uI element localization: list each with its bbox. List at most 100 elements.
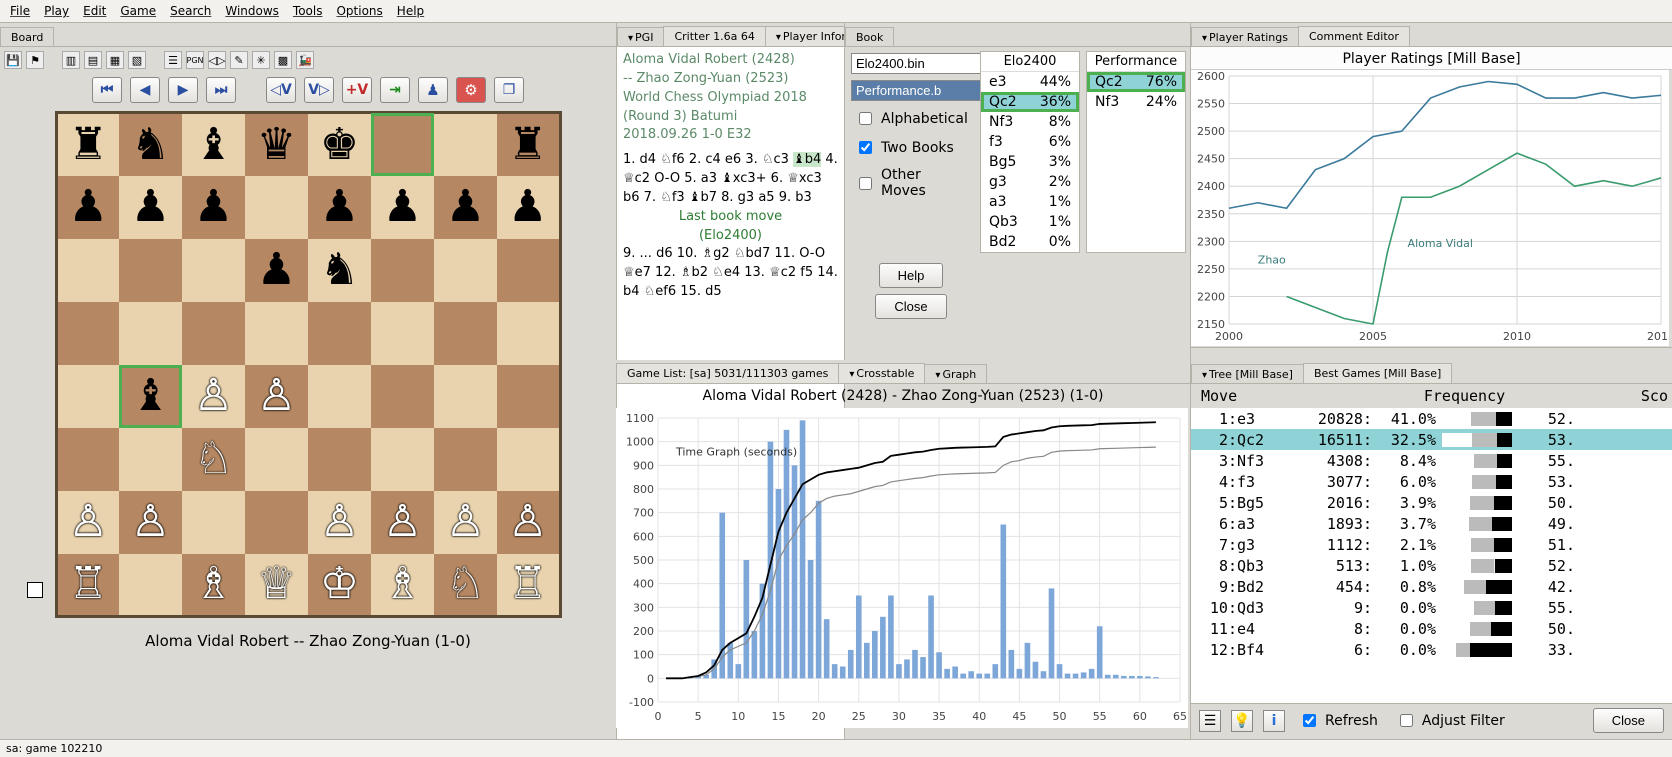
chess-board[interactable]: ♜♞♝♛♚♜♟♟♟♟♟♟♟♟♞♝♙♙♘♙♙♙♙♙♙♖♗♕♔♗♘♖ xyxy=(55,111,562,618)
tab-pinfo[interactable]: Player Informa xyxy=(765,26,844,46)
tree-row-Qb3[interactable]: 8: Qb3513:1.0%52. xyxy=(1191,555,1672,576)
tab-tree[interactable]: Tree [Mill Base] xyxy=(1191,364,1304,384)
tree-adjust-chk[interactable]: Adjust Filter xyxy=(1392,709,1509,732)
square-5-5[interactable] xyxy=(371,428,434,491)
square-2-1[interactable] xyxy=(119,239,182,302)
tool-tree[interactable]: ✳ xyxy=(252,51,270,69)
nav-engine[interactable]: ⚙ xyxy=(456,77,486,103)
tab-book[interactable]: Book xyxy=(845,27,894,47)
chk-other[interactable]: Other Moves xyxy=(851,165,971,201)
square-1-1[interactable]: ♟ xyxy=(119,176,182,239)
book-move-a3[interactable]: a31% xyxy=(981,192,1079,212)
square-6-6[interactable]: ♙ xyxy=(434,491,497,554)
nav-trial[interactable]: ♟ xyxy=(418,77,448,103)
tab-gamelist[interactable]: Game List: [sa] 5031/111303 games xyxy=(616,363,839,383)
square-7-4[interactable]: ♔ xyxy=(308,554,371,617)
square-4-1[interactable]: ♝ xyxy=(119,365,182,428)
tab-graph[interactable]: Graph xyxy=(924,364,987,384)
tool-1[interactable]: ▥ xyxy=(62,51,80,69)
square-6-1[interactable]: ♙ xyxy=(119,491,182,554)
tool-grid[interactable]: ▩ xyxy=(274,51,292,69)
square-1-7[interactable]: ♟ xyxy=(497,176,560,239)
square-0-3[interactable]: ♛ xyxy=(245,113,308,176)
menu-file[interactable]: File xyxy=(10,4,30,18)
square-7-5[interactable]: ♗ xyxy=(371,554,434,617)
square-5-1[interactable] xyxy=(119,428,182,491)
square-2-7[interactable] xyxy=(497,239,560,302)
tab-ratings[interactable]: Player Ratings xyxy=(1191,27,1299,47)
tree-row-Bf4[interactable]: 12: Bf46:0.0%33. xyxy=(1191,639,1672,660)
ratings-chart[interactable]: 2150220022502300235024002450250025502600… xyxy=(1191,70,1669,346)
square-2-6[interactable] xyxy=(434,239,497,302)
tool-tag[interactable]: ◁▷ xyxy=(208,51,226,69)
square-3-1[interactable] xyxy=(119,302,182,365)
tree-row-Nf3[interactable]: 3: Nf34308:8.4%55. xyxy=(1191,450,1672,471)
book-move-Bg5[interactable]: Bg53% xyxy=(981,152,1079,172)
square-6-2[interactable] xyxy=(182,491,245,554)
tree-row-f3[interactable]: 4: f33077:6.0%53. xyxy=(1191,471,1672,492)
square-4-6[interactable] xyxy=(434,365,497,428)
square-7-3[interactable]: ♕ xyxy=(245,554,308,617)
tree-row-Qd3[interactable]: 10: Qd39:0.0%55. xyxy=(1191,597,1672,618)
square-7-1[interactable] xyxy=(119,554,182,617)
save-icon[interactable]: 💾 xyxy=(4,51,22,69)
menu-game[interactable]: Game xyxy=(120,4,156,18)
square-0-4[interactable]: ♚ xyxy=(308,113,371,176)
tab-pgi[interactable]: PGI xyxy=(617,27,664,47)
tab-best[interactable]: Best Games [Mill Base] xyxy=(1303,363,1452,383)
tree-bulb-icon[interactable]: 💡 xyxy=(1231,710,1253,732)
nav-next[interactable]: ▶ xyxy=(168,77,198,103)
square-6-4[interactable]: ♙ xyxy=(308,491,371,554)
tree-close-button[interactable]: Close xyxy=(1593,708,1664,733)
nav-varout[interactable]: V▷ xyxy=(304,77,334,103)
tab-comment[interactable]: Comment Editor xyxy=(1298,26,1410,46)
tree-row-Bg5[interactable]: 5: Bg52016:3.9%50. xyxy=(1191,492,1672,513)
square-5-0[interactable] xyxy=(56,428,119,491)
square-1-2[interactable]: ♟ xyxy=(182,176,245,239)
square-3-2[interactable] xyxy=(182,302,245,365)
square-0-5[interactable] xyxy=(371,113,434,176)
square-2-2[interactable] xyxy=(182,239,245,302)
flag-icon[interactable]: ⚑ xyxy=(26,51,44,69)
book-move-e3[interactable]: e344% xyxy=(981,72,1079,92)
nav-autoplay[interactable]: ⇥ xyxy=(380,77,410,103)
square-7-6[interactable]: ♘ xyxy=(434,554,497,617)
square-1-0[interactable]: ♟ xyxy=(56,176,119,239)
nav-last[interactable]: ⏭ xyxy=(206,77,236,103)
square-5-2[interactable]: ♘ xyxy=(182,428,245,491)
square-6-7[interactable]: ♙ xyxy=(497,491,560,554)
book-col-2[interactable]: PerformanceQc276%Nf324% xyxy=(1086,51,1186,253)
square-0-6[interactable] xyxy=(434,113,497,176)
menu-play[interactable]: Play xyxy=(44,4,69,18)
square-6-5[interactable]: ♙ xyxy=(371,491,434,554)
menu-windows[interactable]: Windows xyxy=(225,4,279,18)
tree-row-a3[interactable]: 6: a31893:3.7%49. xyxy=(1191,513,1672,534)
tab-crosstable[interactable]: Crosstable xyxy=(838,363,925,383)
book-move-Qc2[interactable]: Qc236% xyxy=(981,92,1079,112)
tree-row-Qc2[interactable]: 2: Qc216511:32.5%53. xyxy=(1191,429,1672,450)
square-4-2[interactable]: ♙ xyxy=(182,365,245,428)
nav-varin[interactable]: ◁V xyxy=(266,77,296,103)
tool-list[interactable]: ☰ xyxy=(164,51,182,69)
tree-row-Bd2[interactable]: 9: Bd2454:0.8%42. xyxy=(1191,576,1672,597)
square-6-0[interactable]: ♙ xyxy=(56,491,119,554)
nav-first[interactable]: ⏮ xyxy=(92,77,122,103)
chk-alpha[interactable]: Alphabetical xyxy=(851,107,971,130)
square-0-2[interactable]: ♝ xyxy=(182,113,245,176)
square-3-7[interactable] xyxy=(497,302,560,365)
menu-tools[interactable]: Tools xyxy=(293,4,323,18)
square-4-0[interactable] xyxy=(56,365,119,428)
tool-3[interactable]: ▦ xyxy=(106,51,124,69)
nav-copy[interactable]: ❐ xyxy=(494,77,524,103)
square-5-7[interactable] xyxy=(497,428,560,491)
square-2-4[interactable]: ♞ xyxy=(308,239,371,302)
book-col-1[interactable]: Elo2400e344%Qc236%Nf38%f36%Bg53%g32%a31%… xyxy=(980,51,1080,253)
square-7-0[interactable]: ♖ xyxy=(56,554,119,617)
square-0-0[interactable]: ♜ xyxy=(56,113,119,176)
book-move-f3[interactable]: f36% xyxy=(981,132,1079,152)
tool-2[interactable]: ▤ xyxy=(84,51,102,69)
menu-search[interactable]: Search xyxy=(170,4,211,18)
pgi-current-move[interactable]: ♝b4 xyxy=(793,152,821,167)
book-help-button[interactable]: Help xyxy=(879,263,944,288)
chk-two[interactable]: Two Books xyxy=(851,136,971,159)
